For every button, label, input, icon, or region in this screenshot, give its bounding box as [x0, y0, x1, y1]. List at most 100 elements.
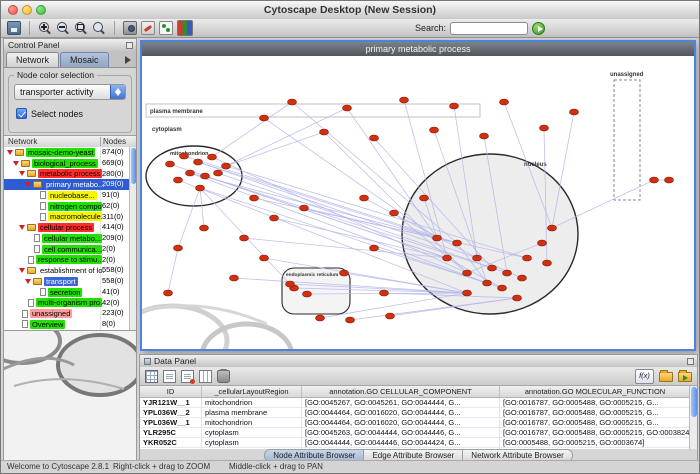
search-input[interactable] — [450, 22, 528, 35]
tree-item[interactable]: mosaic-demo-yeast874(0) — [4, 147, 129, 158]
tree-item[interactable]: multi-organism pro...42(0) — [4, 298, 129, 309]
select-attributes-icon[interactable] — [145, 370, 158, 383]
tree-item[interactable]: nucleobase...91(0) — [4, 190, 129, 201]
network-node[interactable] — [538, 240, 547, 246]
network-node[interactable] — [286, 281, 295, 287]
network-node[interactable] — [186, 170, 195, 176]
network-node[interactable] — [386, 313, 395, 319]
table-row[interactable]: YKR052Ccytoplasm[GO:0044444, GO:0044446,… — [140, 438, 689, 448]
network-node[interactable] — [270, 215, 279, 221]
network-node[interactable] — [463, 270, 472, 276]
network-node[interactable] — [473, 255, 482, 261]
network-node[interactable] — [650, 177, 659, 183]
network-node[interactable] — [320, 129, 329, 135]
network-node[interactable] — [480, 133, 489, 139]
tree-item[interactable]: primary metabo...209(0) — [4, 179, 129, 190]
network-node[interactable] — [340, 270, 349, 276]
tree-item[interactable]: response to stimu...2(0) — [4, 255, 129, 266]
network-view-titlebar[interactable]: primary metabolic process — [142, 42, 694, 56]
trash-icon[interactable] — [217, 370, 230, 383]
network-node[interactable] — [370, 245, 379, 251]
tree-scrollbar[interactable] — [129, 147, 136, 330]
network-node[interactable] — [230, 275, 239, 281]
network-canvas[interactable]: plasma membrane cytoplasm mitochondrion … — [142, 56, 694, 349]
tree-column-nodes[interactable]: Nodes — [103, 136, 126, 147]
network-node[interactable] — [222, 163, 231, 169]
network-node[interactable] — [288, 99, 297, 105]
network-node[interactable] — [194, 159, 203, 165]
table-column-header[interactable]: annotation.GO MOLECULAR_FUNCTION — [500, 386, 689, 397]
network-node[interactable] — [523, 255, 532, 261]
table-row[interactable]: YPL036W__1mitochondrion[GO:0044464, GO:0… — [140, 418, 689, 428]
tree-item[interactable]: cellular metabo...209(0) — [4, 233, 129, 244]
network-node[interactable] — [240, 235, 249, 241]
network-node[interactable] — [300, 205, 309, 211]
network-node[interactable] — [346, 317, 355, 323]
table-row[interactable]: YJR121W__1mitochondrion[GO:0045267, GO:0… — [140, 398, 689, 408]
import-attributes-folder-icon[interactable] — [659, 372, 673, 382]
tree-item[interactable]: Overview8(0) — [4, 319, 129, 330]
tab-mosaic[interactable]: Mosaic — [60, 52, 109, 67]
zoom-selected-region-icon[interactable] — [74, 21, 88, 35]
tab-network[interactable]: Network — [6, 52, 59, 67]
tree-scrollbar-thumb[interactable] — [131, 148, 136, 184]
delete-attribute-icon[interactable] — [181, 370, 194, 383]
data-panel-scrollbar-thumb[interactable] — [691, 387, 697, 417]
vizmapper-icon[interactable] — [177, 20, 193, 36]
new-attribute-icon[interactable] — [163, 370, 176, 383]
control-panel-float-button[interactable] — [126, 42, 133, 49]
network-node[interactable] — [164, 290, 173, 296]
edit-columns-icon[interactable] — [199, 370, 212, 383]
network-node[interactable] — [260, 255, 269, 261]
network-node[interactable] — [500, 99, 509, 105]
network-node[interactable] — [400, 97, 409, 103]
network-view-frame[interactable]: primary metabolic process plasma membran… — [140, 40, 696, 351]
network-node[interactable] — [518, 275, 527, 281]
network-node[interactable] — [303, 291, 312, 297]
network-node[interactable] — [201, 173, 210, 179]
network-node[interactable] — [548, 225, 557, 231]
network-node[interactable] — [463, 290, 472, 296]
network-node[interactable] — [503, 270, 512, 276]
tree-expand-icon[interactable] — [19, 268, 25, 273]
tree-expand-icon[interactable] — [25, 182, 31, 187]
network-node[interactable] — [430, 127, 439, 133]
network-node[interactable] — [380, 290, 389, 296]
network-node[interactable] — [420, 195, 429, 201]
new-network-from-selection-icon[interactable] — [159, 21, 173, 35]
zoom-in-icon[interactable] — [38, 21, 52, 35]
network-node[interactable] — [174, 245, 183, 251]
tab-overflow-icon[interactable] — [125, 56, 131, 64]
search-go-button[interactable] — [532, 22, 545, 35]
tree-column-separator[interactable] — [100, 137, 101, 146]
network-node[interactable] — [343, 105, 352, 111]
birds-eye-view[interactable] — [4, 330, 136, 462]
network-node[interactable] — [174, 177, 183, 183]
network-node[interactable] — [665, 177, 674, 183]
table-row[interactable]: YPL036W__2plasma membrane[GO:0044464, GO… — [140, 408, 689, 418]
network-node[interactable] — [208, 154, 217, 160]
tree-expand-icon[interactable] — [19, 171, 25, 176]
network-node[interactable] — [443, 255, 452, 261]
network-node[interactable] — [498, 285, 507, 291]
select-nodes-checkbox[interactable] — [16, 108, 27, 119]
tree-item[interactable]: metabolic process280(0) — [4, 169, 129, 180]
tree-item[interactable]: secretion41(0) — [4, 287, 129, 298]
tree-expand-icon[interactable] — [25, 279, 31, 284]
network-node[interactable] — [390, 210, 399, 216]
network-node[interactable] — [200, 225, 209, 231]
network-node[interactable] — [488, 265, 497, 271]
hide-selected-icon[interactable] — [141, 21, 155, 35]
network-node[interactable] — [260, 115, 269, 121]
tree-item[interactable]: transport558(0) — [4, 276, 129, 287]
network-node[interactable] — [370, 135, 379, 141]
network-node[interactable] — [214, 170, 223, 176]
network-node[interactable] — [250, 195, 259, 201]
network-node[interactable] — [543, 260, 552, 266]
tree-column-network[interactable]: Network — [8, 136, 37, 147]
data-panel-float-button[interactable] — [687, 358, 694, 365]
network-node[interactable] — [433, 235, 442, 241]
tree-expand-icon[interactable] — [19, 225, 25, 230]
zoom-fit-icon[interactable] — [92, 21, 106, 35]
tree-item[interactable]: cell communica...2(0) — [4, 244, 129, 255]
